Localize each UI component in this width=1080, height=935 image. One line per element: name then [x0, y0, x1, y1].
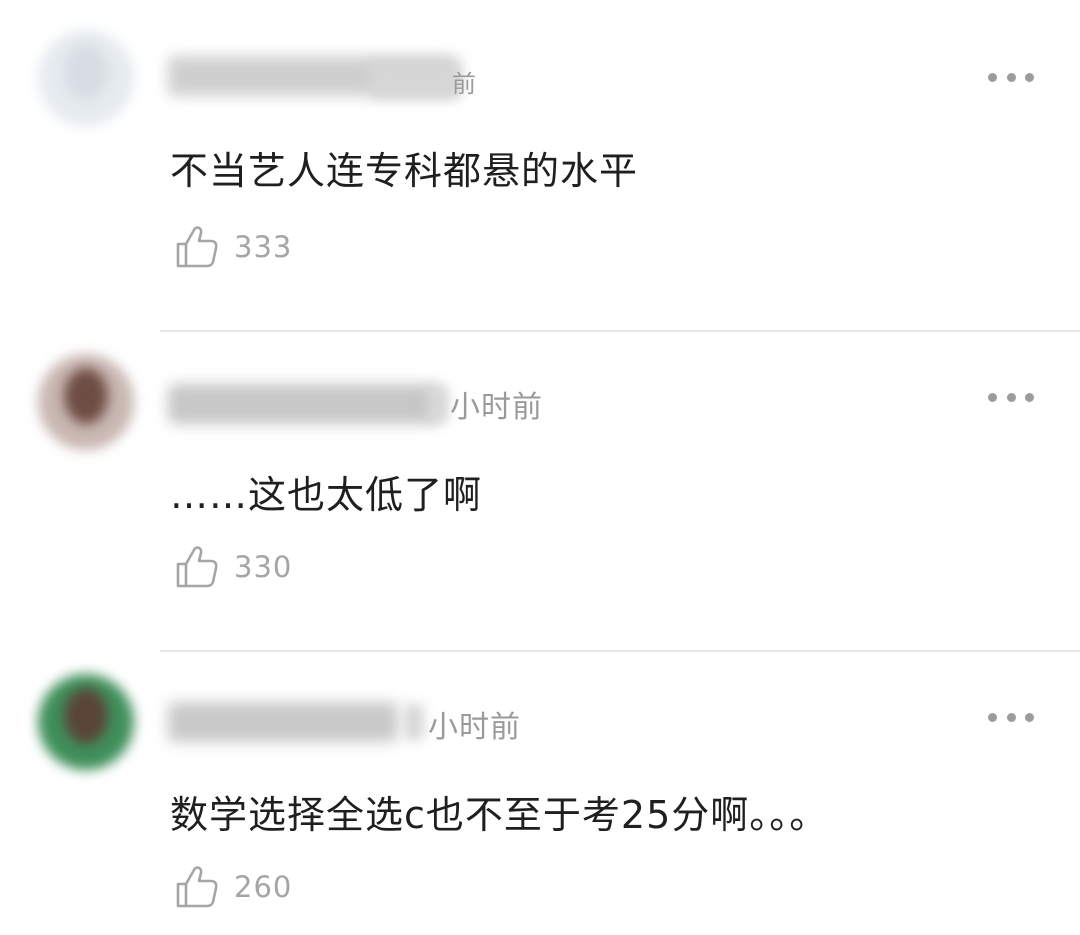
like-button[interactable]: 260 — [174, 862, 292, 912]
thumbs-up-icon — [176, 866, 218, 908]
like-count: 260 — [234, 870, 293, 904]
more-dot-icon — [988, 72, 997, 82]
more-dot-icon — [1025, 72, 1034, 82]
comment-text: ……这也太低了啊 — [170, 473, 483, 517]
comment-item: 前 不当艺人连专科都悬的水平 333 — [0, 0, 1080, 320]
comment-item: 小时前 数学选择全选c也不至于考25分啊。。。 260 — [0, 640, 1080, 935]
more-dot-icon — [1006, 392, 1016, 402]
like-count: 333 — [234, 230, 293, 264]
more-dot-icon — [1006, 72, 1016, 82]
avatar[interactable] — [38, 354, 134, 450]
more-options-button[interactable] — [988, 72, 1034, 82]
comment-time: 小时前 — [428, 710, 521, 745]
username-blurred[interactable] — [168, 384, 438, 424]
avatar[interactable] — [38, 30, 134, 126]
comment-time: 前 — [452, 70, 477, 98]
comment-text: 不当艺人连专科都悬的水平 — [170, 149, 639, 193]
comment-item: 小时前 ……这也太低了啊 330 — [0, 320, 1080, 640]
more-dot-icon — [1006, 712, 1016, 722]
avatar[interactable] — [38, 674, 134, 770]
comment-text: 数学选择全选c也不至于考25分啊。。。 — [170, 793, 829, 837]
thumbs-up-icon — [176, 226, 218, 268]
more-dot-icon — [988, 712, 997, 722]
like-count: 330 — [234, 550, 293, 584]
more-options-button[interactable] — [988, 392, 1034, 402]
thumbs-up-icon — [176, 546, 218, 588]
comment-feed: 前 不当艺人连专科都悬的水平 333 小时前 ……这也太低了啊 330 小时前 … — [0, 0, 1080, 935]
like-button[interactable]: 330 — [174, 542, 292, 592]
more-options-button[interactable] — [988, 712, 1034, 722]
like-button[interactable]: 333 — [174, 222, 292, 272]
more-dot-icon — [1025, 712, 1034, 722]
username-blurred[interactable] — [168, 702, 398, 742]
more-dot-icon — [988, 392, 997, 402]
comment-time: 小时前 — [450, 390, 543, 425]
more-dot-icon — [1025, 392, 1034, 402]
